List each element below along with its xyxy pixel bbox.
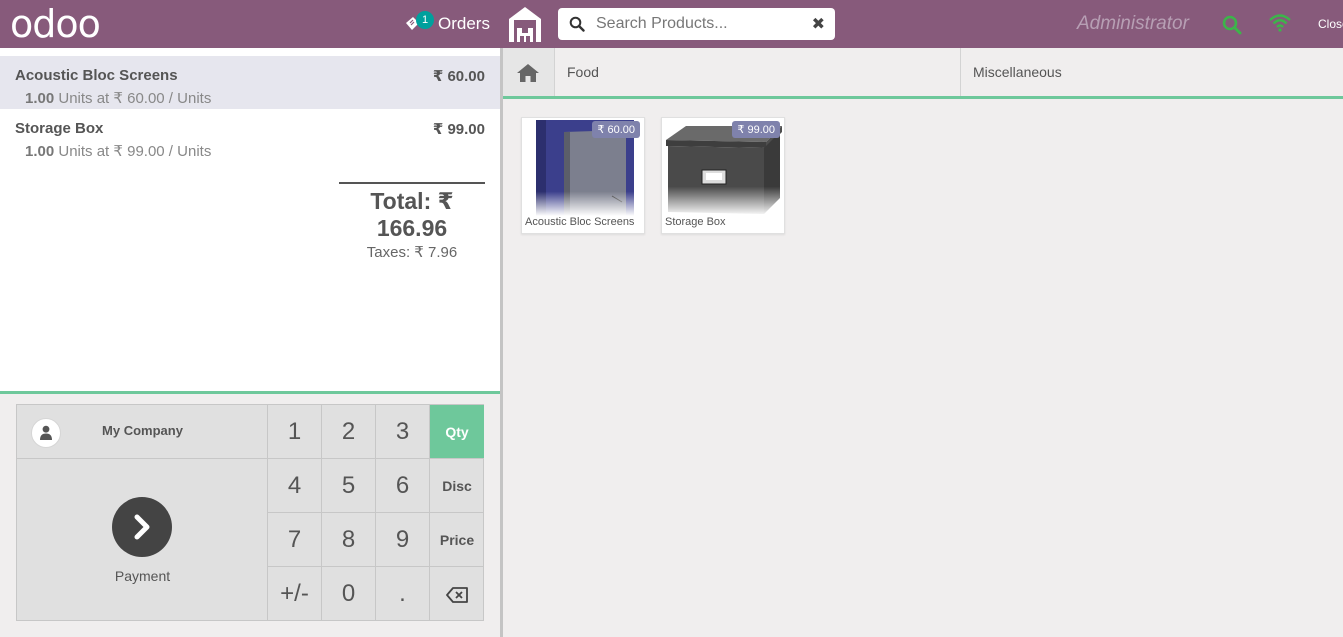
product-name: Storage Box xyxy=(665,216,726,228)
product-card[interactable]: ₹ 99.00 Storage Box xyxy=(661,117,785,234)
close-button[interactable]: Close xyxy=(1318,17,1343,31)
order-total: Total: ₹ 166.96 xyxy=(370,188,454,241)
numpad-key-8[interactable]: 8 xyxy=(322,513,376,567)
orders-label: Orders xyxy=(438,14,490,33)
numpad-key-7[interactable]: 7 xyxy=(268,513,322,567)
numpad-key-6[interactable]: 6 xyxy=(376,459,430,513)
numpad-key-4[interactable]: 4 xyxy=(268,459,322,513)
product-price-tag: ₹ 99.00 xyxy=(732,121,780,138)
wifi-icon xyxy=(1268,13,1292,38)
order-line-qty: 1.00 xyxy=(25,143,55,160)
orders-count-badge: 1 xyxy=(416,11,434,29)
order-summary: Total: ₹ 166.96 Taxes: ₹ 7.96 xyxy=(339,182,485,261)
odoo-logo: odoo xyxy=(10,2,101,46)
customer-button[interactable]: My Company xyxy=(17,405,268,459)
product-price-tag: ₹ 60.00 xyxy=(592,121,640,138)
warehouse-icon[interactable] xyxy=(507,5,543,43)
numpad-key-0[interactable]: 0 xyxy=(322,567,376,621)
home-category-button[interactable] xyxy=(503,48,555,96)
search-icon xyxy=(569,16,585,37)
order-line-name: Acoustic Bloc Screens xyxy=(15,67,178,84)
numpad-key-2[interactable]: 2 xyxy=(322,405,376,459)
customer-label: My Company xyxy=(102,423,183,438)
disc-mode-button[interactable]: Disc xyxy=(430,459,484,513)
order-divider xyxy=(0,391,500,394)
category-divider xyxy=(503,96,1343,99)
numpad-key-dot[interactable]: . xyxy=(376,567,430,621)
payment-label: Payment xyxy=(114,568,171,584)
product-card[interactable]: ₹ 60.00 Acoustic Bloc Screens xyxy=(521,117,645,234)
search-icon[interactable] xyxy=(1222,15,1242,40)
order-container: Acoustic Bloc Screens ₹ 60.00 1.00 Units… xyxy=(0,48,500,391)
qty-mode-button[interactable]: Qty xyxy=(430,405,484,459)
payment-button[interactable]: Payment xyxy=(17,459,268,620)
order-line[interactable]: Acoustic Bloc Screens ₹ 60.00 1.00 Units… xyxy=(0,56,500,109)
product-name: Acoustic Bloc Screens xyxy=(525,216,635,228)
top-bar: odoo 1 Orders ✖ Administrator xyxy=(0,0,1343,48)
numpad-key-5[interactable]: 5 xyxy=(322,459,376,513)
numpad-key-sign[interactable]: +/- xyxy=(268,567,322,621)
backspace-button[interactable] xyxy=(430,567,484,621)
order-line-unit-info: Units at ₹ 60.00 / Units xyxy=(54,90,212,107)
control-pad: My Company Payment 1 2 3 Qty 4 5 6 Disc … xyxy=(16,404,484,621)
order-line-unit-info: Units at ₹ 99.00 / Units xyxy=(54,143,212,160)
order-taxes: Taxes: ₹ 7.96 xyxy=(366,244,458,261)
order-line-info: 1.00 Units at ₹ 99.00 / Units xyxy=(25,142,211,160)
left-pane: Acoustic Bloc Screens ₹ 60.00 1.00 Units… xyxy=(0,48,500,637)
order-line[interactable]: Storage Box ₹ 99.00 1.00 Units at ₹ 99.0… xyxy=(0,109,500,162)
order-line-name: Storage Box xyxy=(15,120,104,137)
chevron-right-icon xyxy=(112,497,172,557)
category-miscellaneous[interactable]: Miscellaneous xyxy=(961,48,1343,96)
order-line-price: ₹ 99.00 xyxy=(432,121,485,138)
backspace-icon xyxy=(446,580,468,607)
ticket-icon: 1 xyxy=(404,11,434,35)
username: Administrator xyxy=(1077,13,1189,34)
order-line-qty: 1.00 xyxy=(25,90,55,107)
search-input[interactable] xyxy=(596,12,796,36)
category-bar: Food Miscellaneous xyxy=(503,48,1343,96)
product-pane: Food Miscellaneous ₹ 60.00 Acoustic Bloc… xyxy=(503,48,1343,637)
numpad-key-9[interactable]: 9 xyxy=(376,513,430,567)
category-food[interactable]: Food xyxy=(555,48,961,96)
order-line-price: ₹ 60.00 xyxy=(432,68,485,85)
orders-button[interactable]: 1 Orders xyxy=(404,10,490,38)
price-mode-button[interactable]: Price xyxy=(430,513,484,567)
close-icon[interactable]: ✖ xyxy=(812,14,825,34)
order-line-info: 1.00 Units at ₹ 60.00 / Units xyxy=(25,89,211,107)
product-search: ✖ xyxy=(558,8,835,40)
numpad-key-1[interactable]: 1 xyxy=(268,405,322,459)
numpad-key-3[interactable]: 3 xyxy=(376,405,430,459)
